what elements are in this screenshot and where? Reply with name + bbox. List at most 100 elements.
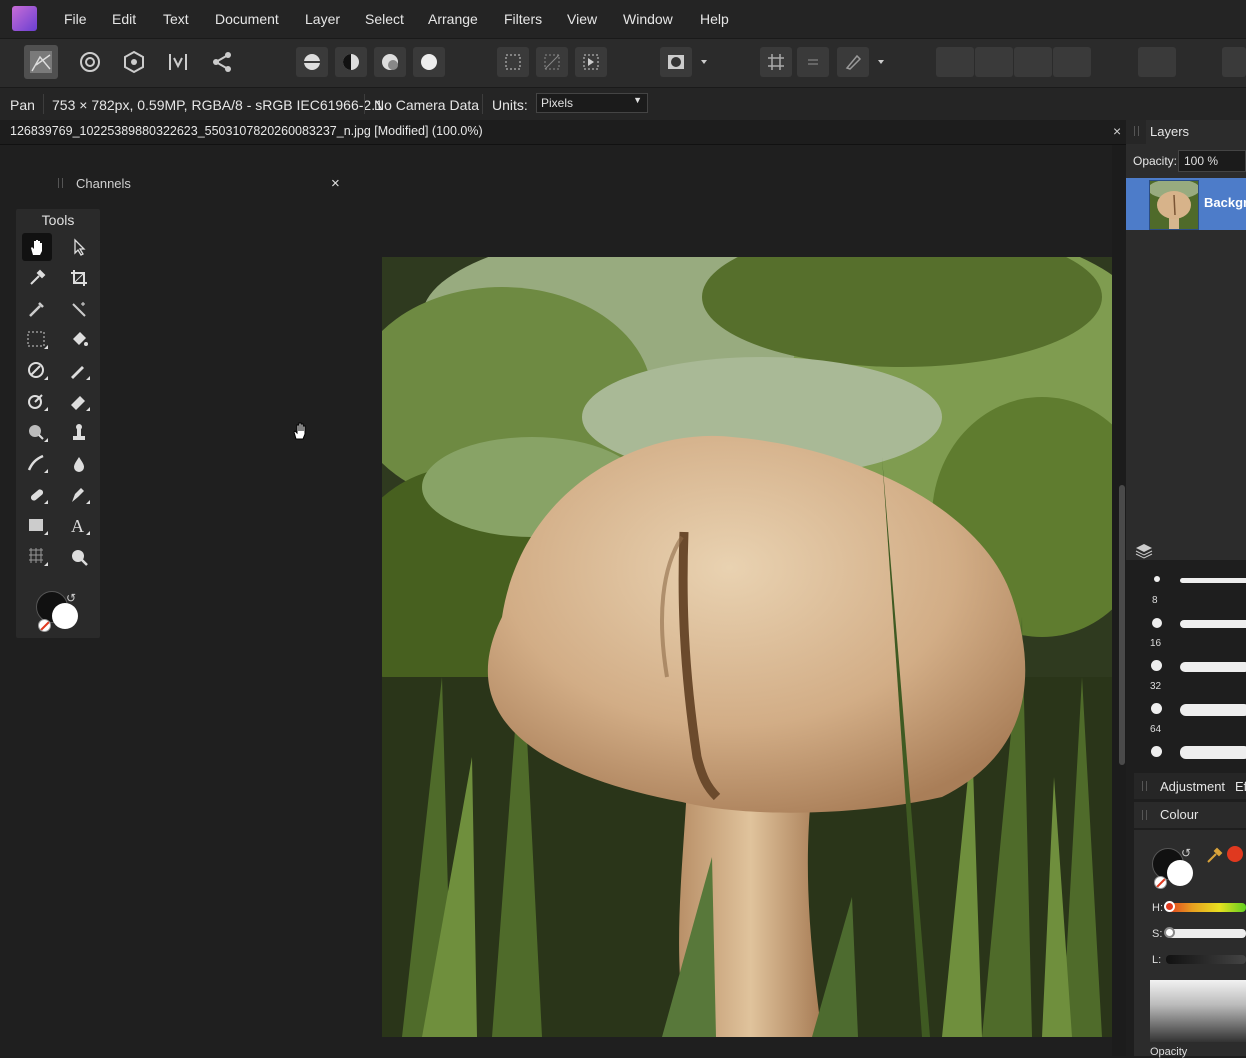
menu-arrange[interactable]: Arrange — [428, 11, 478, 27]
rectangle-tool-icon[interactable] — [22, 512, 52, 540]
brush-dot-icon[interactable] — [1151, 703, 1162, 714]
document-image[interactable] — [382, 257, 1113, 1037]
hue-slider-handle[interactable] — [1164, 901, 1175, 912]
saturation-slider[interactable] — [1164, 927, 1246, 938]
healing-brush-tool-icon[interactable] — [22, 481, 52, 509]
app-logo-icon[interactable] — [12, 6, 37, 31]
luminosity-slider[interactable] — [1166, 955, 1246, 964]
brush-dot-icon[interactable] — [1152, 618, 1162, 628]
secondary-colour-swatch[interactable] — [1167, 860, 1193, 886]
tab-effects[interactable]: Ef — [1235, 779, 1246, 794]
fill-tool-icon[interactable] — [64, 326, 94, 354]
menu-layer[interactable]: Layer — [305, 11, 340, 27]
invert-selection-icon[interactable] — [575, 47, 607, 77]
menu-window[interactable]: Window — [623, 11, 673, 27]
tone-mapping-persona-icon[interactable] — [162, 47, 194, 77]
secondary-colour-swatch[interactable] — [52, 603, 78, 629]
auto-levels-icon[interactable] — [296, 47, 328, 77]
more-button[interactable] — [1222, 47, 1246, 77]
units-select[interactable]: Pixels ▼ — [536, 93, 648, 113]
layers-stack-icon[interactable] — [1134, 542, 1154, 560]
hue-slider[interactable] — [1164, 901, 1246, 912]
menu-file[interactable]: File — [64, 11, 87, 27]
flood-select-tool-icon[interactable] — [64, 295, 94, 323]
menu-select[interactable]: Select — [365, 11, 404, 27]
red-eye-tool-icon[interactable] — [64, 450, 94, 478]
brush-stroke-preview[interactable] — [1180, 578, 1246, 583]
saturation-slider-handle[interactable] — [1164, 927, 1175, 938]
tab-layers[interactable]: Layers — [1146, 120, 1246, 144]
right-panel-scroll-thumb[interactable] — [1119, 485, 1125, 765]
close-document-icon[interactable]: × — [1113, 123, 1121, 139]
brush-stroke-preview[interactable] — [1180, 746, 1246, 759]
assistant-icon[interactable] — [837, 47, 869, 77]
quick-mask-icon[interactable] — [660, 47, 692, 77]
zoom-tool-icon[interactable] — [64, 543, 94, 571]
tab-colour[interactable]: Colour — [1160, 807, 1198, 822]
no-colour-icon[interactable] — [1154, 876, 1167, 889]
export-persona-icon[interactable] — [206, 47, 238, 77]
marquee-tool-icon[interactable] — [22, 326, 52, 354]
liquify-persona-icon[interactable] — [74, 47, 106, 77]
layer-opacity-field[interactable]: 100 % — [1178, 150, 1246, 172]
colour-picker-tool-icon[interactable] — [22, 264, 52, 292]
blur-brush-tool-icon[interactable] — [22, 419, 52, 447]
assistant-dropdown-icon[interactable] — [873, 47, 889, 77]
brush-dot-icon[interactable] — [1154, 576, 1160, 582]
auto-colours-icon[interactable] — [374, 47, 406, 77]
deselect-icon[interactable] — [536, 47, 568, 77]
move-tool-icon[interactable] — [64, 233, 94, 261]
brush-dot-icon[interactable] — [1151, 746, 1162, 757]
snapping-icon[interactable] — [760, 47, 792, 77]
menu-filters[interactable]: Filters — [504, 11, 542, 27]
sponge-brush-tool-icon[interactable] — [22, 388, 52, 416]
mesh-warp-tool-icon[interactable] — [22, 543, 52, 571]
auto-white-balance-icon[interactable] — [413, 47, 445, 77]
no-colour-icon[interactable] — [38, 619, 51, 632]
arrange-button-4[interactable] — [1053, 47, 1091, 77]
layer-row-background[interactable]: Backgr — [1126, 178, 1246, 230]
tab-adjustment[interactable]: Adjustment — [1160, 779, 1225, 794]
channels-panel-header[interactable]: Channels × — [56, 173, 346, 195]
menu-help[interactable]: Help — [700, 11, 729, 27]
document-tab[interactable]: 126839769_10225389880322623_550310782026… — [0, 120, 1128, 145]
erase-brush-tool-icon[interactable] — [64, 388, 94, 416]
colour-picker-icon[interactable] — [1204, 846, 1224, 866]
grip-icon[interactable] — [58, 178, 63, 188]
arrange-button-3[interactable] — [1014, 47, 1052, 77]
smudge-brush-tool-icon[interactable] — [22, 450, 52, 478]
brush-dot-icon[interactable] — [1151, 660, 1162, 671]
menu-document[interactable]: Document — [215, 11, 279, 27]
arrange-button-2[interactable] — [975, 47, 1013, 77]
menu-view[interactable]: View — [567, 11, 597, 27]
selection-brush-tool-icon[interactable] — [22, 295, 52, 323]
auto-contrast-icon[interactable] — [335, 47, 367, 77]
photo-persona-icon[interactable] — [24, 45, 58, 79]
swap-colours-icon[interactable]: ↺ — [1181, 846, 1191, 860]
brush-stroke-preview[interactable] — [1180, 704, 1246, 716]
colour-box[interactable] — [1150, 980, 1246, 1042]
paint-brush-tool-icon[interactable] — [64, 357, 94, 385]
swap-colours-icon[interactable]: ↺ — [66, 591, 76, 605]
pen-tool-icon[interactable] — [64, 481, 94, 509]
current-colour-swatch[interactable] — [1227, 846, 1243, 862]
arrange-button-1[interactable] — [936, 47, 974, 77]
selection-mode-icon[interactable] — [497, 47, 529, 77]
hand-tool-icon[interactable] — [22, 233, 52, 261]
menu-text[interactable]: Text — [163, 11, 189, 27]
clone-brush-tool-icon[interactable] — [64, 419, 94, 447]
menu-edit[interactable]: Edit — [112, 11, 136, 27]
studio-button[interactable] — [1138, 47, 1176, 77]
align-icon[interactable] — [797, 47, 829, 77]
text-tool-icon[interactable]: A — [64, 512, 94, 540]
develop-persona-icon[interactable] — [118, 47, 150, 77]
crop-tool-icon[interactable] — [64, 264, 94, 292]
grip-icon[interactable] — [1134, 126, 1139, 136]
close-panel-icon[interactable]: × — [331, 175, 340, 192]
quick-mask-dropdown-icon[interactable] — [696, 47, 712, 77]
grip-icon[interactable] — [1142, 781, 1147, 791]
grip-icon[interactable] — [1142, 810, 1147, 820]
dodge-brush-tool-icon[interactable] — [22, 357, 52, 385]
brush-stroke-preview[interactable] — [1180, 620, 1246, 628]
brush-stroke-preview[interactable] — [1180, 662, 1246, 672]
